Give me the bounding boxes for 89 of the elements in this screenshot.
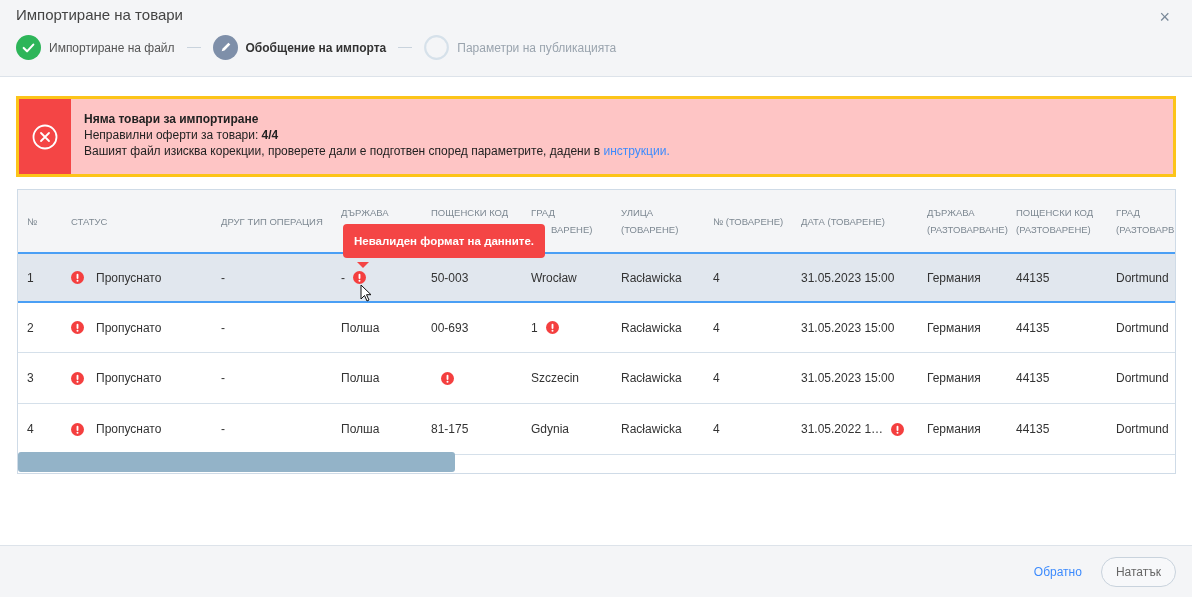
table-cell: 4 bbox=[713, 320, 720, 335]
column-header: (РАЗТОВАРЕНЕ) bbox=[1016, 223, 1092, 237]
table-cell: 44135 bbox=[1016, 320, 1050, 335]
table-cell: 4 bbox=[713, 371, 720, 385]
table-cell: 31.05.2023 15:00 bbox=[801, 320, 895, 335]
column-header: ПОЩЕНСКИ КОД bbox=[431, 206, 510, 220]
status-text: Пропуснато bbox=[96, 371, 162, 385]
table-cell: 81-175 bbox=[431, 422, 469, 436]
column-header: ДАТА (ТОВАРЕНЕ) bbox=[801, 214, 886, 229]
table-cell: 3 bbox=[27, 371, 34, 385]
table-cell: Полша bbox=[341, 422, 380, 436]
column-header: ГРАД bbox=[1116, 206, 1141, 220]
table-cell: 31.05.2023 15:00 bbox=[801, 371, 895, 385]
table-cell: Dortmund bbox=[1116, 422, 1169, 436]
alert-title: Няма товари за импортиране bbox=[84, 111, 260, 127]
table-cell: 31.05.2022 1… bbox=[801, 422, 884, 436]
table-cell: Dortmund bbox=[1116, 320, 1169, 335]
alert-line: Неправилни оферти за товари: 4/4 bbox=[84, 127, 280, 143]
table-cell: Szczecin bbox=[531, 371, 580, 385]
error-icon bbox=[545, 321, 559, 334]
status-text: Пропуснато bbox=[96, 270, 162, 285]
table-cell: 1 bbox=[531, 320, 538, 335]
table-cell: 2 bbox=[27, 320, 34, 335]
tooltip: Невалиден формат на данните. bbox=[343, 224, 546, 258]
table-cell: Германия bbox=[927, 422, 981, 436]
empty-step-icon bbox=[424, 35, 450, 60]
cursor-icon bbox=[360, 284, 372, 302]
table-cell: 00-693 bbox=[431, 320, 469, 335]
error-circle-icon bbox=[32, 123, 58, 150]
column-header: ГРАД bbox=[531, 206, 556, 220]
error-icon bbox=[441, 371, 454, 385]
table-cell: Racławicka bbox=[621, 270, 682, 285]
column-header: ДЪРЖАВА bbox=[927, 206, 976, 220]
column-header: ВАРЕНЕ) bbox=[550, 223, 594, 237]
column-header: (ТОВАРЕНЕ) bbox=[621, 223, 680, 237]
error-icon bbox=[71, 271, 84, 284]
error-icon bbox=[71, 371, 84, 385]
table-cell: Dortmund bbox=[1116, 270, 1169, 285]
error-icon bbox=[71, 422, 84, 436]
column-header: ДРУГ ТИП ОПЕРАЦИЯ bbox=[221, 214, 324, 229]
error-icon bbox=[71, 321, 84, 334]
table-cell: Racławicka bbox=[621, 320, 682, 335]
table-cell: 44135 bbox=[1016, 422, 1050, 436]
column-header: (РАЗТОВАРВ bbox=[1116, 223, 1175, 237]
table-row[interactable]: 3 Пропуснато - Полша Szczecin Racławicka 4 31.05.2023 15:00 Германия 44135 Dortmund bbox=[18, 353, 1175, 404]
column-header: ДЪРЖАВА bbox=[341, 206, 390, 220]
pencil-icon bbox=[212, 35, 238, 60]
table-cell: 31.05.2023 15:00 bbox=[801, 270, 895, 285]
table-cell: - bbox=[221, 320, 225, 335]
table-cell: 1 bbox=[27, 270, 34, 285]
table-cell: - bbox=[221, 270, 225, 285]
dialog-title: Импортиране на товари bbox=[16, 6, 183, 24]
column-header: № (ТОВАРЕНЕ) bbox=[713, 214, 785, 229]
table-cell: Германия bbox=[927, 371, 981, 385]
table-cell: 4 bbox=[713, 270, 720, 285]
table-cell: 44135 bbox=[1016, 270, 1050, 285]
table-cell: Racławicka bbox=[621, 371, 682, 385]
table-cell: 4 bbox=[27, 422, 34, 436]
alert-text: Вашият файл изисква корекции, проверете дали е подготвен според параметрите, дадени в инструкции. bbox=[84, 143, 670, 159]
table-cell: Полша bbox=[341, 371, 380, 385]
table-cell: Racławicka bbox=[621, 422, 682, 436]
table-row[interactable]: 2 Пропуснато - Полша 00-693 1 Racławicka 4 31.05.2023 15:00 Германия 44135 Dortmund bbox=[18, 303, 1175, 353]
table-cell: Wrocław bbox=[531, 270, 577, 285]
tooltip-pointer bbox=[357, 262, 369, 268]
column-header: УЛИЦА bbox=[621, 206, 655, 220]
column-header: ПОЩЕНСКИ КОД bbox=[1016, 206, 1095, 220]
status-text: Пропуснато bbox=[96, 320, 162, 335]
step-label[interactable]: Обобщение на импорта bbox=[245, 40, 387, 55]
table-cell: - bbox=[221, 422, 225, 436]
table-cell: Gdynia bbox=[531, 422, 570, 436]
check-icon bbox=[16, 35, 41, 60]
column-header: СТАТУС bbox=[71, 214, 109, 229]
scrollbar[interactable] bbox=[18, 452, 455, 472]
status-text: Пропуснато bbox=[96, 422, 162, 436]
table-cell: Германия bbox=[927, 320, 981, 335]
table-cell: 44135 bbox=[1016, 371, 1050, 385]
table-row[interactable]: 1 Пропуснато - - 50-003 Wrocław Racławicka 4 31.05.2023 15:00 Германия 44135 Dortmund bbox=[18, 252, 1175, 303]
table-cell: - bbox=[341, 270, 345, 285]
column-header: № bbox=[27, 214, 39, 229]
table-cell: Dortmund bbox=[1116, 371, 1169, 385]
table-cell: 4 bbox=[713, 422, 720, 436]
column-header: (РАЗТОВАРВАНЕ) bbox=[927, 223, 1007, 237]
table-cell: - bbox=[221, 371, 225, 385]
table-cell: 50-003 bbox=[431, 270, 469, 285]
error-icon bbox=[891, 422, 905, 436]
table-cell: Полша bbox=[341, 320, 380, 335]
table-cell: Германия bbox=[927, 270, 981, 285]
step-label[interactable]: Импортиране на файл bbox=[49, 40, 175, 55]
error-icon bbox=[353, 271, 366, 284]
